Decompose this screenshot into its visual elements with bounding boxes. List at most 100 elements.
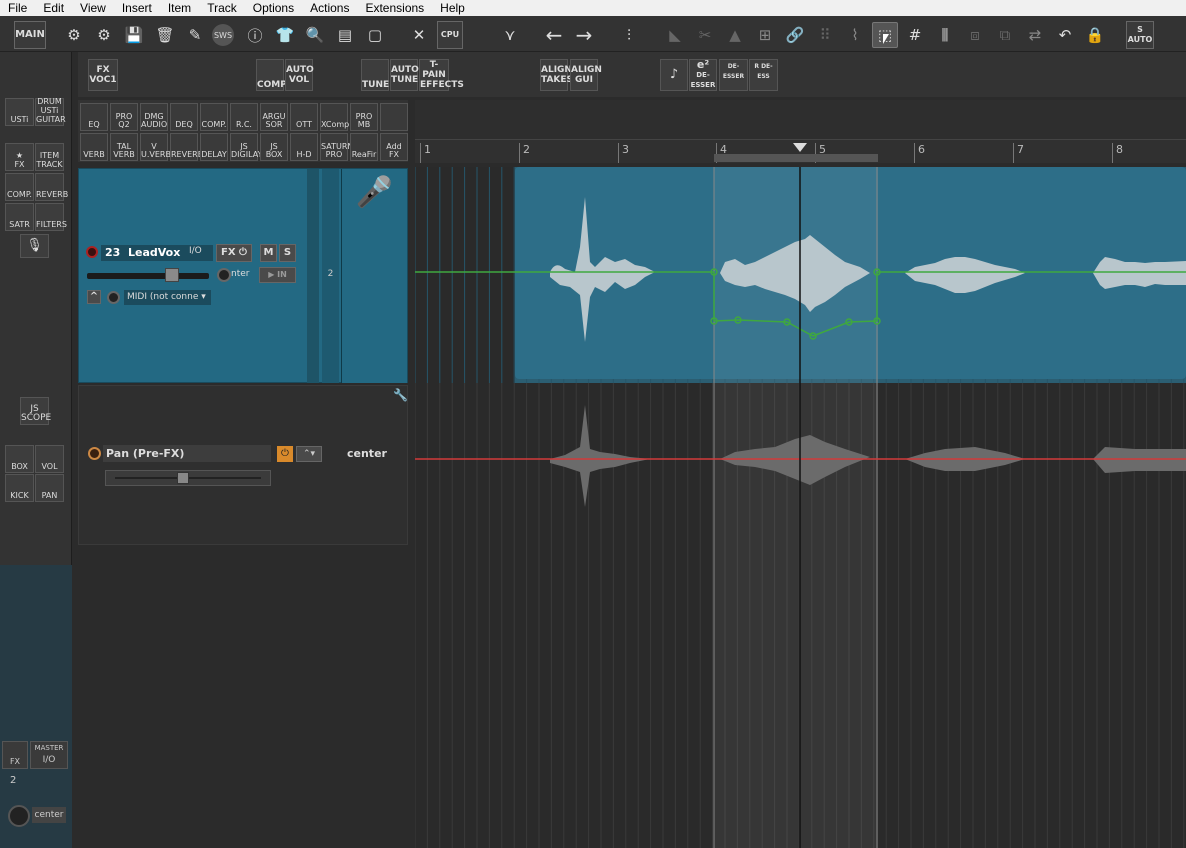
master-fx-button[interactable]: FX	[2, 741, 28, 769]
scissors-icon[interactable]: ✂	[692, 22, 718, 48]
menu-extensions[interactable]: Extensions	[357, 0, 432, 16]
plugin-button-row1-0[interactable]: EQ	[80, 103, 108, 131]
js-scope-button[interactable]: JS SCOPE	[20, 397, 51, 425]
plugin-button-row2-7[interactable]: H-D	[290, 133, 318, 161]
info-icon[interactable]: ⓘ	[242, 22, 268, 48]
plugin-button-row1-5[interactable]: R.C.	[230, 103, 258, 131]
plugin-button-row2-10[interactable]: Add FX	[380, 133, 408, 161]
tune-button[interactable]: TUNE	[361, 59, 389, 91]
arrow-right-icon[interactable]: →	[571, 22, 597, 48]
arrange-view[interactable]	[415, 167, 1186, 848]
plugin-button-row2-0[interactable]: VERB	[80, 133, 108, 161]
render-icon[interactable]: ✎	[182, 22, 208, 48]
window-icon[interactable]: ▢	[362, 22, 388, 48]
menu-view[interactable]: View	[72, 0, 114, 16]
loop-icon[interactable]: ↶	[1052, 22, 1078, 48]
track-scroll-strip[interactable]	[307, 169, 319, 383]
gear-icon[interactable]: ⚙	[91, 22, 117, 48]
plugin-button-row1-6[interactable]: ARGU SOR	[260, 103, 288, 131]
envelope-mode-dropdown[interactable]: ⌃▾	[296, 446, 322, 462]
master-io-button[interactable]: MASTER I/O	[30, 741, 68, 769]
trim-icon[interactable]: ◣	[662, 22, 688, 48]
microphone-icon[interactable]: 🎤	[341, 169, 407, 383]
io-button[interactable]: I/O	[189, 246, 202, 256]
auto-button[interactable]: S AUTO	[1126, 21, 1154, 49]
filters-button[interactable]: FILTERS	[35, 203, 67, 231]
microphone-icon[interactable]: 🎙	[20, 234, 49, 258]
plugin-button-row1-1[interactable]: PRO Q2	[110, 103, 138, 131]
track-fx-button[interactable]: FX ⏻	[216, 244, 252, 262]
plugin-button-row1-8[interactable]: XComp	[320, 103, 349, 131]
envelope-bypass-icon[interactable]: ⏻	[277, 446, 293, 462]
plugin-button-row2-1[interactable]: TAL VERB	[110, 133, 138, 161]
align-takes-button[interactable]: ALIGN TAKES	[540, 59, 573, 91]
snap-icon[interactable]: ⫼	[932, 22, 958, 48]
menu-insert[interactable]: Insert	[114, 0, 160, 16]
reverb-button[interactable]: REVERB	[35, 173, 68, 201]
record-arm-button[interactable]	[86, 246, 98, 258]
item-track-button[interactable]: ITEM TRACK	[35, 143, 64, 171]
plugin-button-row1-7[interactable]: OTT	[290, 103, 318, 131]
midi-input-select[interactable]: MIDI (not conne ▾	[124, 290, 211, 305]
dots-icon[interactable]: ⠿	[812, 22, 838, 48]
satr-button[interactable]: SATR	[5, 203, 34, 231]
sws-icon[interactable]: SWS	[212, 24, 234, 46]
fx-button[interactable]: ★ FX	[5, 143, 34, 171]
solo-button[interactable]: S	[279, 244, 296, 262]
menu-edit[interactable]: Edit	[35, 0, 72, 16]
plugin-button-row2-9[interactable]: ReaFir	[350, 133, 378, 161]
comp-button[interactable]: COMP.	[5, 173, 34, 201]
menu-actions[interactable]: Actions	[302, 0, 357, 16]
main-toolbar-button[interactable]: MAIN	[14, 21, 46, 49]
playhead-marker-icon[interactable]	[793, 143, 807, 152]
plugin-button-row2-8[interactable]: SATURN PRO	[320, 133, 353, 161]
tpain-button[interactable]: T-PAIN EFFECTS	[419, 59, 464, 91]
volume-fader-track[interactable]	[87, 273, 209, 279]
menu-track[interactable]: Track	[199, 0, 245, 16]
mute-button[interactable]: M	[260, 244, 277, 262]
auto-tune-button[interactable]: AUTO TUNE	[390, 59, 419, 91]
arrow-left-icon[interactable]: ←	[541, 22, 567, 48]
ripple-all-icon[interactable]: ⧉	[992, 22, 1018, 48]
ripple-icon[interactable]: ⧈	[962, 22, 988, 48]
trash-icon[interactable]: 🗑	[152, 22, 178, 48]
cpu-button[interactable]: CPU	[437, 21, 463, 49]
menu-file[interactable]: File	[0, 0, 35, 16]
plugin-button-row1-9[interactable]: PRO MB	[350, 103, 378, 131]
plugin-button-row1-3[interactable]: DEQ	[170, 103, 198, 131]
vocal-icon[interactable]: ♪	[660, 59, 688, 91]
envelope-arm-button[interactable]	[88, 447, 101, 460]
box-button[interactable]: BOX	[5, 445, 34, 473]
search-icon[interactable]: 🔍	[302, 22, 328, 48]
settings-gear-icon[interactable]: ⚙	[61, 22, 87, 48]
volume-fader-handle[interactable]	[165, 268, 179, 282]
auto-vol-button[interactable]: AUTO VOL	[285, 59, 314, 91]
brush-icon[interactable]: ▤	[332, 22, 358, 48]
routing-icon[interactable]: ⊞	[752, 22, 778, 48]
de-esser-button[interactable]: DE-ESSER	[719, 59, 748, 91]
envelope-icon[interactable]: ⌇	[842, 22, 868, 48]
vol-button[interactable]: VOL	[35, 445, 64, 473]
menu-item[interactable]: Item	[160, 0, 199, 16]
crossfade-icon[interactable]: ⇄	[1022, 22, 1048, 48]
menu-help[interactable]: Help	[432, 0, 473, 16]
timeline-ruler[interactable]: 1 2 3 4 5 6 7 8	[415, 139, 1186, 163]
envelope-slider-handle[interactable]	[177, 472, 189, 484]
plugin-button-row2-4[interactable]: DELAY	[200, 133, 228, 161]
split-icon[interactable]: ⋎	[497, 22, 523, 48]
plugin-button-row1-2[interactable]: DMG AUDIO	[140, 103, 168, 131]
time-selection-bar[interactable]	[714, 154, 878, 162]
shirt-icon[interactable]: 👕	[272, 22, 298, 48]
envelope-toggle-icon[interactable]: ^	[87, 290, 101, 304]
kick-button[interactable]: KICK	[5, 474, 34, 502]
metronome-icon[interactable]: ▲	[722, 22, 748, 48]
input-button[interactable]: ▶ IN	[259, 267, 296, 283]
plugin-button-row2-3[interactable]: REVERB	[170, 133, 203, 161]
mixer-icon[interactable]: ⫶	[616, 22, 642, 48]
pan-knob[interactable]	[217, 268, 231, 282]
plugin-button-row2-5[interactable]: JS DIGILAY	[230, 133, 262, 161]
save-icon[interactable]: 💾	[121, 22, 147, 48]
lock-icon[interactable]: 🔒	[1082, 22, 1108, 48]
plugin-button-row2-6[interactable]: JS BOX	[260, 133, 288, 161]
wrench-icon[interactable]: 🔧	[393, 388, 408, 402]
